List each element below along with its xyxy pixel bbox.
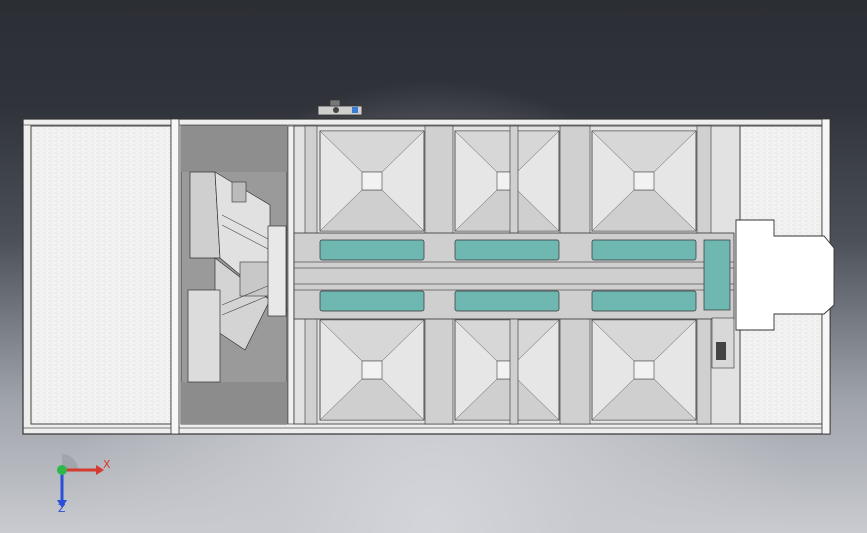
left-infeed-panel <box>30 118 180 435</box>
bottom-hopper-row <box>319 319 697 421</box>
graphics-viewport[interactable]: X Z <box>0 0 867 533</box>
hopper-array <box>293 125 741 425</box>
top-connector-detail <box>317 99 363 116</box>
y-axis-dot <box>57 465 67 475</box>
conveyor-section <box>293 232 735 320</box>
dosing-mechanism-bay <box>180 125 300 425</box>
z-axis-label: Z <box>58 502 66 515</box>
machine-top-view-model[interactable] <box>0 0 867 533</box>
top-hopper-row <box>319 130 697 232</box>
x-axis-label: X <box>103 458 111 471</box>
